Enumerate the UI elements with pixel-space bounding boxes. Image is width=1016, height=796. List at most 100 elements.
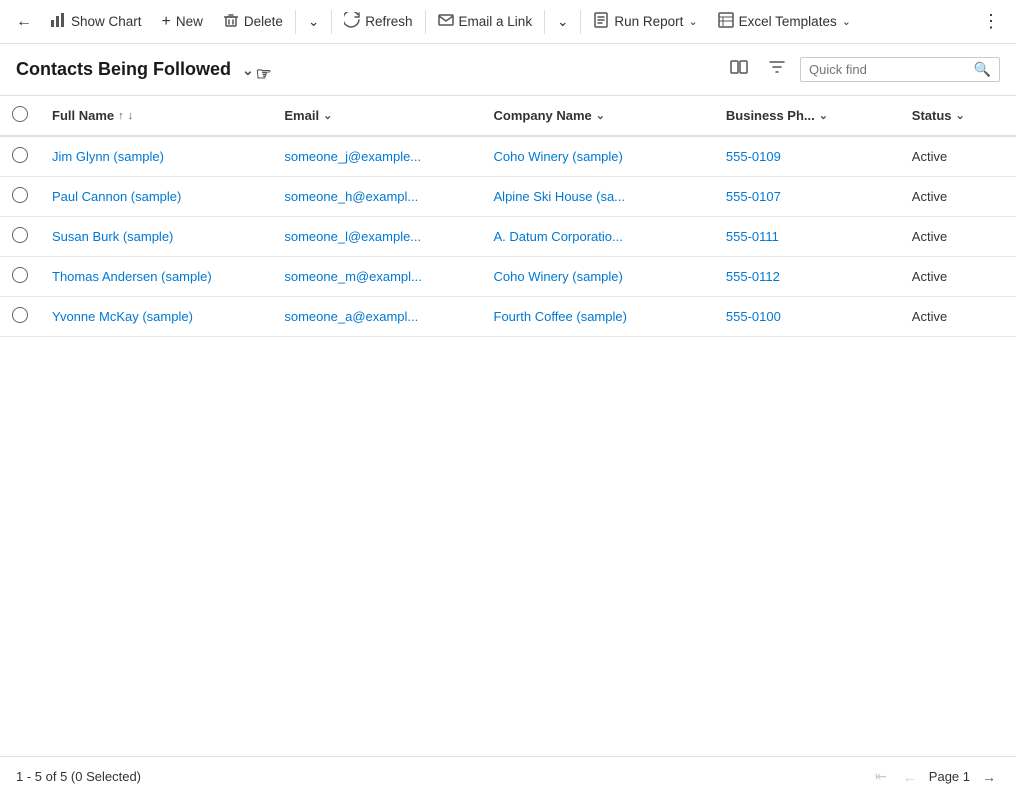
fullname-link-2[interactable]: Susan Burk (sample)	[52, 229, 173, 244]
view-title-chevron[interactable]: ⌄ ☞	[242, 62, 254, 79]
company-link-0[interactable]: Coho Winery (sample)	[494, 149, 623, 164]
search-icon[interactable]: 🔍	[974, 61, 991, 78]
row-email-2: someone_l@example...	[272, 217, 481, 257]
new-button[interactable]: + New	[152, 7, 213, 37]
row-company-3: Coho Winery (sample)	[482, 257, 714, 297]
table-row: Thomas Andersen (sample) someone_m@examp…	[0, 257, 1016, 297]
new-icon: +	[162, 13, 171, 31]
col-phone-label: Business Ph...	[726, 108, 815, 123]
next-page-button[interactable]: →	[978, 767, 1000, 787]
row-company-0: Coho Winery (sample)	[482, 136, 714, 177]
select-all-checkbox[interactable]	[12, 106, 28, 122]
row-phone-1: 555-0107	[714, 177, 900, 217]
delete-label: Delete	[244, 14, 283, 29]
table-body: Jim Glynn (sample) someone_j@example... …	[0, 136, 1016, 337]
refresh-button[interactable]: Refresh	[334, 6, 422, 37]
toolbar: ← Show Chart + New Delete ⌄	[0, 0, 1016, 44]
col-status-label: Status	[912, 108, 952, 123]
run-report-label: Run Report	[614, 14, 683, 29]
table-container: Full Name ↑ ↓ Email ⌄ Company Name ⌄	[0, 96, 1016, 337]
sep4	[544, 10, 545, 34]
delete-dropdown[interactable]: ⌄	[298, 8, 329, 36]
col-email-label: Email	[284, 108, 319, 123]
company-link-1[interactable]: Alpine Ski House (sa...	[494, 189, 626, 204]
email-link-1[interactable]: someone_h@exampl...	[284, 189, 418, 204]
run-report-icon	[593, 12, 609, 31]
table-row: Paul Cannon (sample) someone_h@exampl...…	[0, 177, 1016, 217]
row-status-4: Active	[900, 297, 1016, 337]
delete-button[interactable]: Delete	[213, 6, 293, 37]
email-link-4[interactable]: someone_a@exampl...	[284, 309, 418, 324]
back-button[interactable]: ←	[8, 7, 40, 37]
phone-link-2[interactable]: 555-0111	[726, 229, 779, 244]
email-link-2[interactable]: someone_l@example...	[284, 229, 421, 244]
excel-templates-button[interactable]: Excel Templates ⌄	[708, 6, 861, 37]
row-fullname-1: Paul Cannon (sample)	[40, 177, 272, 217]
prev-page-button[interactable]: ←	[899, 767, 921, 787]
email-link-button[interactable]: Email a Link	[428, 6, 543, 37]
first-page-button[interactable]: ⇤	[871, 766, 891, 787]
row-select-2	[0, 217, 40, 257]
record-info: 1 - 5 of 5 (0 Selected)	[16, 769, 141, 784]
sort-desc-icon[interactable]: ↓	[128, 110, 134, 122]
row-radio-0[interactable]	[12, 147, 28, 163]
row-email-0: someone_j@example...	[272, 136, 481, 177]
email-dropdown[interactable]: ⌄	[547, 8, 578, 36]
company-link-4[interactable]: Fourth Coffee (sample)	[494, 309, 627, 324]
page-label: Page 1	[929, 769, 970, 784]
more-button[interactable]: ⋮	[974, 5, 1008, 38]
col-header-select	[0, 96, 40, 136]
col-company-label: Company Name	[494, 108, 592, 123]
edit-columns-button[interactable]	[724, 54, 754, 85]
table-row: Yvonne McKay (sample) someone_a@exampl..…	[0, 297, 1016, 337]
phone-link-0[interactable]: 555-0109	[726, 149, 781, 164]
row-phone-0: 555-0109	[714, 136, 900, 177]
status-sort-icon[interactable]: ⌄	[956, 109, 965, 122]
row-phone-4: 555-0100	[714, 297, 900, 337]
email-sort-icon[interactable]: ⌄	[323, 109, 332, 122]
cursor-icon: ☞	[256, 64, 272, 85]
fullname-link-3[interactable]: Thomas Andersen (sample)	[52, 269, 212, 284]
back-icon: ←	[16, 13, 32, 30]
table-row: Susan Burk (sample) someone_l@example...…	[0, 217, 1016, 257]
show-chart-button[interactable]: Show Chart	[40, 6, 152, 37]
row-select-1	[0, 177, 40, 217]
sep1	[295, 10, 296, 34]
fullname-link-4[interactable]: Yvonne McKay (sample)	[52, 309, 193, 324]
sep3	[425, 10, 426, 34]
table-header-row: Full Name ↑ ↓ Email ⌄ Company Name ⌄	[0, 96, 1016, 136]
row-radio-3[interactable]	[12, 267, 28, 283]
phone-link-3[interactable]: 555-0112	[726, 269, 780, 284]
email-link-label: Email a Link	[459, 14, 533, 29]
company-link-2[interactable]: A. Datum Corporatio...	[494, 229, 623, 244]
col-header-full-name: Full Name ↑ ↓	[40, 96, 272, 136]
new-label: New	[176, 14, 203, 29]
phone-sort-icon[interactable]: ⌄	[819, 109, 828, 122]
refresh-label: Refresh	[365, 14, 412, 29]
email-link-0[interactable]: someone_j@example...	[284, 149, 421, 164]
status-badge-1: Active	[912, 189, 947, 204]
phone-link-4[interactable]: 555-0100	[726, 309, 781, 324]
show-chart-label: Show Chart	[71, 14, 142, 29]
row-fullname-4: Yvonne McKay (sample)	[40, 297, 272, 337]
run-report-button[interactable]: Run Report ⌄	[583, 6, 707, 37]
view-header: Contacts Being Followed ⌄ ☞ 🔍	[0, 44, 1016, 96]
email-link-3[interactable]: someone_m@exampl...	[284, 269, 421, 284]
row-fullname-0: Jim Glynn (sample)	[40, 136, 272, 177]
row-status-1: Active	[900, 177, 1016, 217]
row-radio-4[interactable]	[12, 307, 28, 323]
fullname-link-0[interactable]: Jim Glynn (sample)	[52, 149, 164, 164]
fullname-link-1[interactable]: Paul Cannon (sample)	[52, 189, 181, 204]
row-radio-1[interactable]	[12, 187, 28, 203]
search-input[interactable]	[809, 62, 974, 77]
run-report-chevron: ⌄	[688, 15, 697, 28]
company-sort-icon[interactable]: ⌄	[596, 109, 605, 122]
sort-asc-icon[interactable]: ↑	[118, 110, 124, 122]
company-link-3[interactable]: Coho Winery (sample)	[494, 269, 623, 284]
phone-link-1[interactable]: 555-0107	[726, 189, 781, 204]
col-header-phone: Business Ph... ⌄	[714, 96, 900, 136]
sep2	[331, 10, 332, 34]
filter-button[interactable]	[762, 54, 792, 85]
row-radio-2[interactable]	[12, 227, 28, 243]
row-phone-3: 555-0112	[714, 257, 900, 297]
